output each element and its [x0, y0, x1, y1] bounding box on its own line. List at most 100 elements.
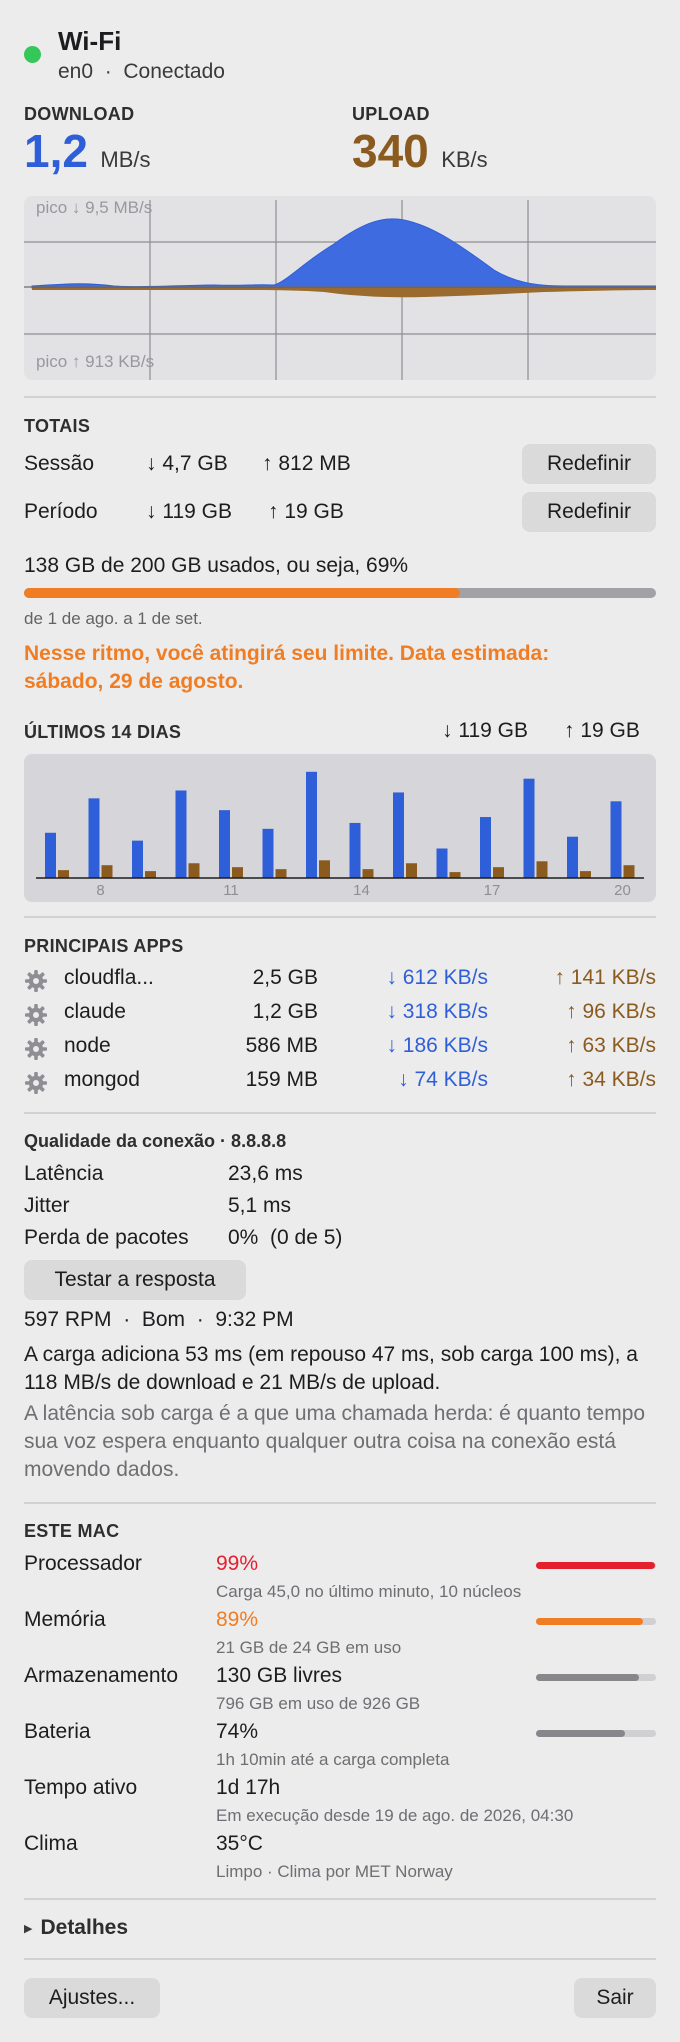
- mac-metric-bar-fill: [536, 1730, 625, 1737]
- mac-metric-value: 1d 17h: [216, 1776, 281, 1799]
- quit-button[interactable]: Sair: [574, 1978, 656, 2018]
- upload-area: [32, 288, 656, 298]
- last14-download-total: ↓ 119 GB: [442, 719, 528, 742]
- download-label: DOWNLOAD: [24, 104, 135, 124]
- mac-metric-value: 89%: [216, 1608, 259, 1631]
- upload-bar: [623, 865, 635, 878]
- app-upload-rate: ↑ 141 KB/s: [554, 966, 656, 989]
- this-mac-heading: ESTE MAC: [24, 1521, 120, 1541]
- jitter-label: Jitter: [24, 1194, 70, 1217]
- gear-icon: [25, 1004, 47, 1026]
- details-label: Detalhes: [40, 1916, 129, 1939]
- x-tick-label: 11: [223, 882, 239, 899]
- details-disclosure[interactable]: ▶ Detalhes: [24, 1916, 128, 1946]
- upload-bar: [232, 867, 243, 878]
- app-upload-rate: ↑ 96 KB/s: [566, 1000, 656, 1023]
- usage-text: 138 GB de 200 GB usados, ou seja, 69%: [24, 554, 409, 577]
- upload-bar: [319, 860, 330, 878]
- app-name: mongod: [64, 1068, 140, 1091]
- download-bar: [480, 817, 491, 878]
- period-download: ↓ 119 GB: [146, 500, 232, 523]
- totals-heading: TOTAIS: [24, 416, 91, 436]
- gear-icon: [25, 970, 47, 992]
- mac-metric-value: 130 GB livres: [216, 1664, 343, 1687]
- mac-metric-bar-fill: [536, 1618, 643, 1625]
- app-download-rate: ↓ 612 KB/s: [386, 966, 488, 989]
- x-tick-label: 8: [96, 882, 104, 899]
- download-value: 1,2 MB/s: [24, 124, 151, 180]
- gear-icon: [25, 1038, 47, 1060]
- mac-metric-detail: Limpo · Clima por MET Norway: [216, 1862, 453, 1881]
- divider: [24, 1502, 656, 1504]
- app-name: node: [64, 1034, 111, 1057]
- packet-loss-label: Perda de pacotes: [24, 1226, 189, 1249]
- mac-metric-label: Armazenamento: [24, 1664, 179, 1687]
- download-bar: [393, 792, 404, 878]
- apps-heading: PRINCIPAIS APPS: [24, 936, 184, 956]
- rpm-summary: 597 RPM · Bom · 9:32 PM: [24, 1308, 294, 1331]
- packet-loss-value: 0% (0 de 5): [228, 1226, 343, 1249]
- download-bar: [523, 778, 535, 878]
- mac-metric-label: Tempo ativo: [24, 1776, 138, 1799]
- app-download-rate: ↓ 186 KB/s: [386, 1034, 488, 1057]
- mac-metric-bar: [536, 1618, 656, 1625]
- mac-metric-label: Processador: [24, 1552, 142, 1575]
- upload-number: 340: [352, 125, 429, 177]
- upload-bar: [449, 872, 461, 878]
- app-total: 586 MB: [245, 1034, 318, 1057]
- usage-bar: [24, 588, 656, 598]
- app-name: cloudfla...: [64, 966, 154, 989]
- divider: [24, 1958, 656, 1960]
- reset-period-button[interactable]: Redefinir: [522, 492, 656, 532]
- mac-metric-value: 99%: [216, 1552, 259, 1575]
- mac-metric-detail: 1h 10min até a carga completa: [216, 1750, 450, 1769]
- disclosure-triangle-icon: ▶: [24, 1922, 33, 1935]
- upload-bar: [406, 863, 417, 878]
- upload-bar: [58, 870, 69, 878]
- download-bar: [88, 798, 100, 878]
- upload-unit: KB/s: [441, 147, 488, 172]
- mac-metric-label: Memória: [24, 1608, 106, 1631]
- app-download-rate: ↓ 74 KB/s: [398, 1068, 488, 1091]
- upload-bar: [362, 869, 374, 878]
- download-bar: [610, 801, 622, 878]
- latency-note: A latência sob carga é a que uma chamada…: [24, 1402, 646, 1481]
- upload-bar: [275, 869, 287, 878]
- usage-bar-fill: [24, 588, 461, 598]
- period-label: Período: [24, 500, 98, 523]
- interface-status: en0 · Conectado: [58, 60, 225, 83]
- download-unit: MB/s: [100, 147, 151, 172]
- download-area: [31, 218, 656, 289]
- app-upload-rate: ↑ 34 KB/s: [566, 1068, 656, 1091]
- daily-chart: 8 11 14 17 20: [24, 754, 656, 902]
- upload-bar: [188, 863, 200, 878]
- latency-value: 23,6 ms: [228, 1162, 303, 1185]
- upload-label: UPLOAD: [352, 104, 430, 124]
- download-bar: [219, 810, 230, 878]
- load-description: A carga adiciona 53 ms (em repouso 47 ms…: [24, 1343, 638, 1394]
- upload-bar: [580, 871, 591, 878]
- divider: [24, 1112, 656, 1114]
- settings-button[interactable]: Ajustes...: [24, 1978, 160, 2018]
- mac-metric-bar: [536, 1730, 656, 1737]
- reset-session-button[interactable]: Redefinir: [522, 444, 656, 484]
- x-tick-label: 20: [614, 882, 631, 899]
- window-title: Wi-Fi: [58, 26, 122, 56]
- download-bar: [45, 832, 56, 878]
- app-total: 1,2 GB: [252, 1000, 318, 1023]
- mac-metric-bar: [536, 1674, 656, 1681]
- session-upload: ↑ 812 MB: [262, 452, 351, 475]
- peak-download-label: pico ↓ 9,5 MB/s: [36, 198, 153, 217]
- mac-metric-label: Clima: [24, 1832, 78, 1855]
- last14-heading: ÚLTIMOS 14 DIAS: [24, 722, 182, 742]
- download-bar: [306, 771, 317, 878]
- daily-chart-svg: 8 11 14 17 20: [36, 771, 644, 899]
- app-name: claude: [64, 1000, 126, 1023]
- status-dot: [24, 46, 41, 63]
- test-responsiveness-button[interactable]: Testar a resposta: [24, 1260, 246, 1300]
- divider: [24, 916, 656, 918]
- mac-metric-bar: [536, 1562, 656, 1569]
- throughput-graph: pico ↓ 9,5 MB/s pico ↑ 913 KB/s: [24, 196, 656, 380]
- mac-metric-detail: Carga 45,0 no último minuto, 10 núcleos: [216, 1582, 522, 1601]
- divider: [24, 1898, 656, 1900]
